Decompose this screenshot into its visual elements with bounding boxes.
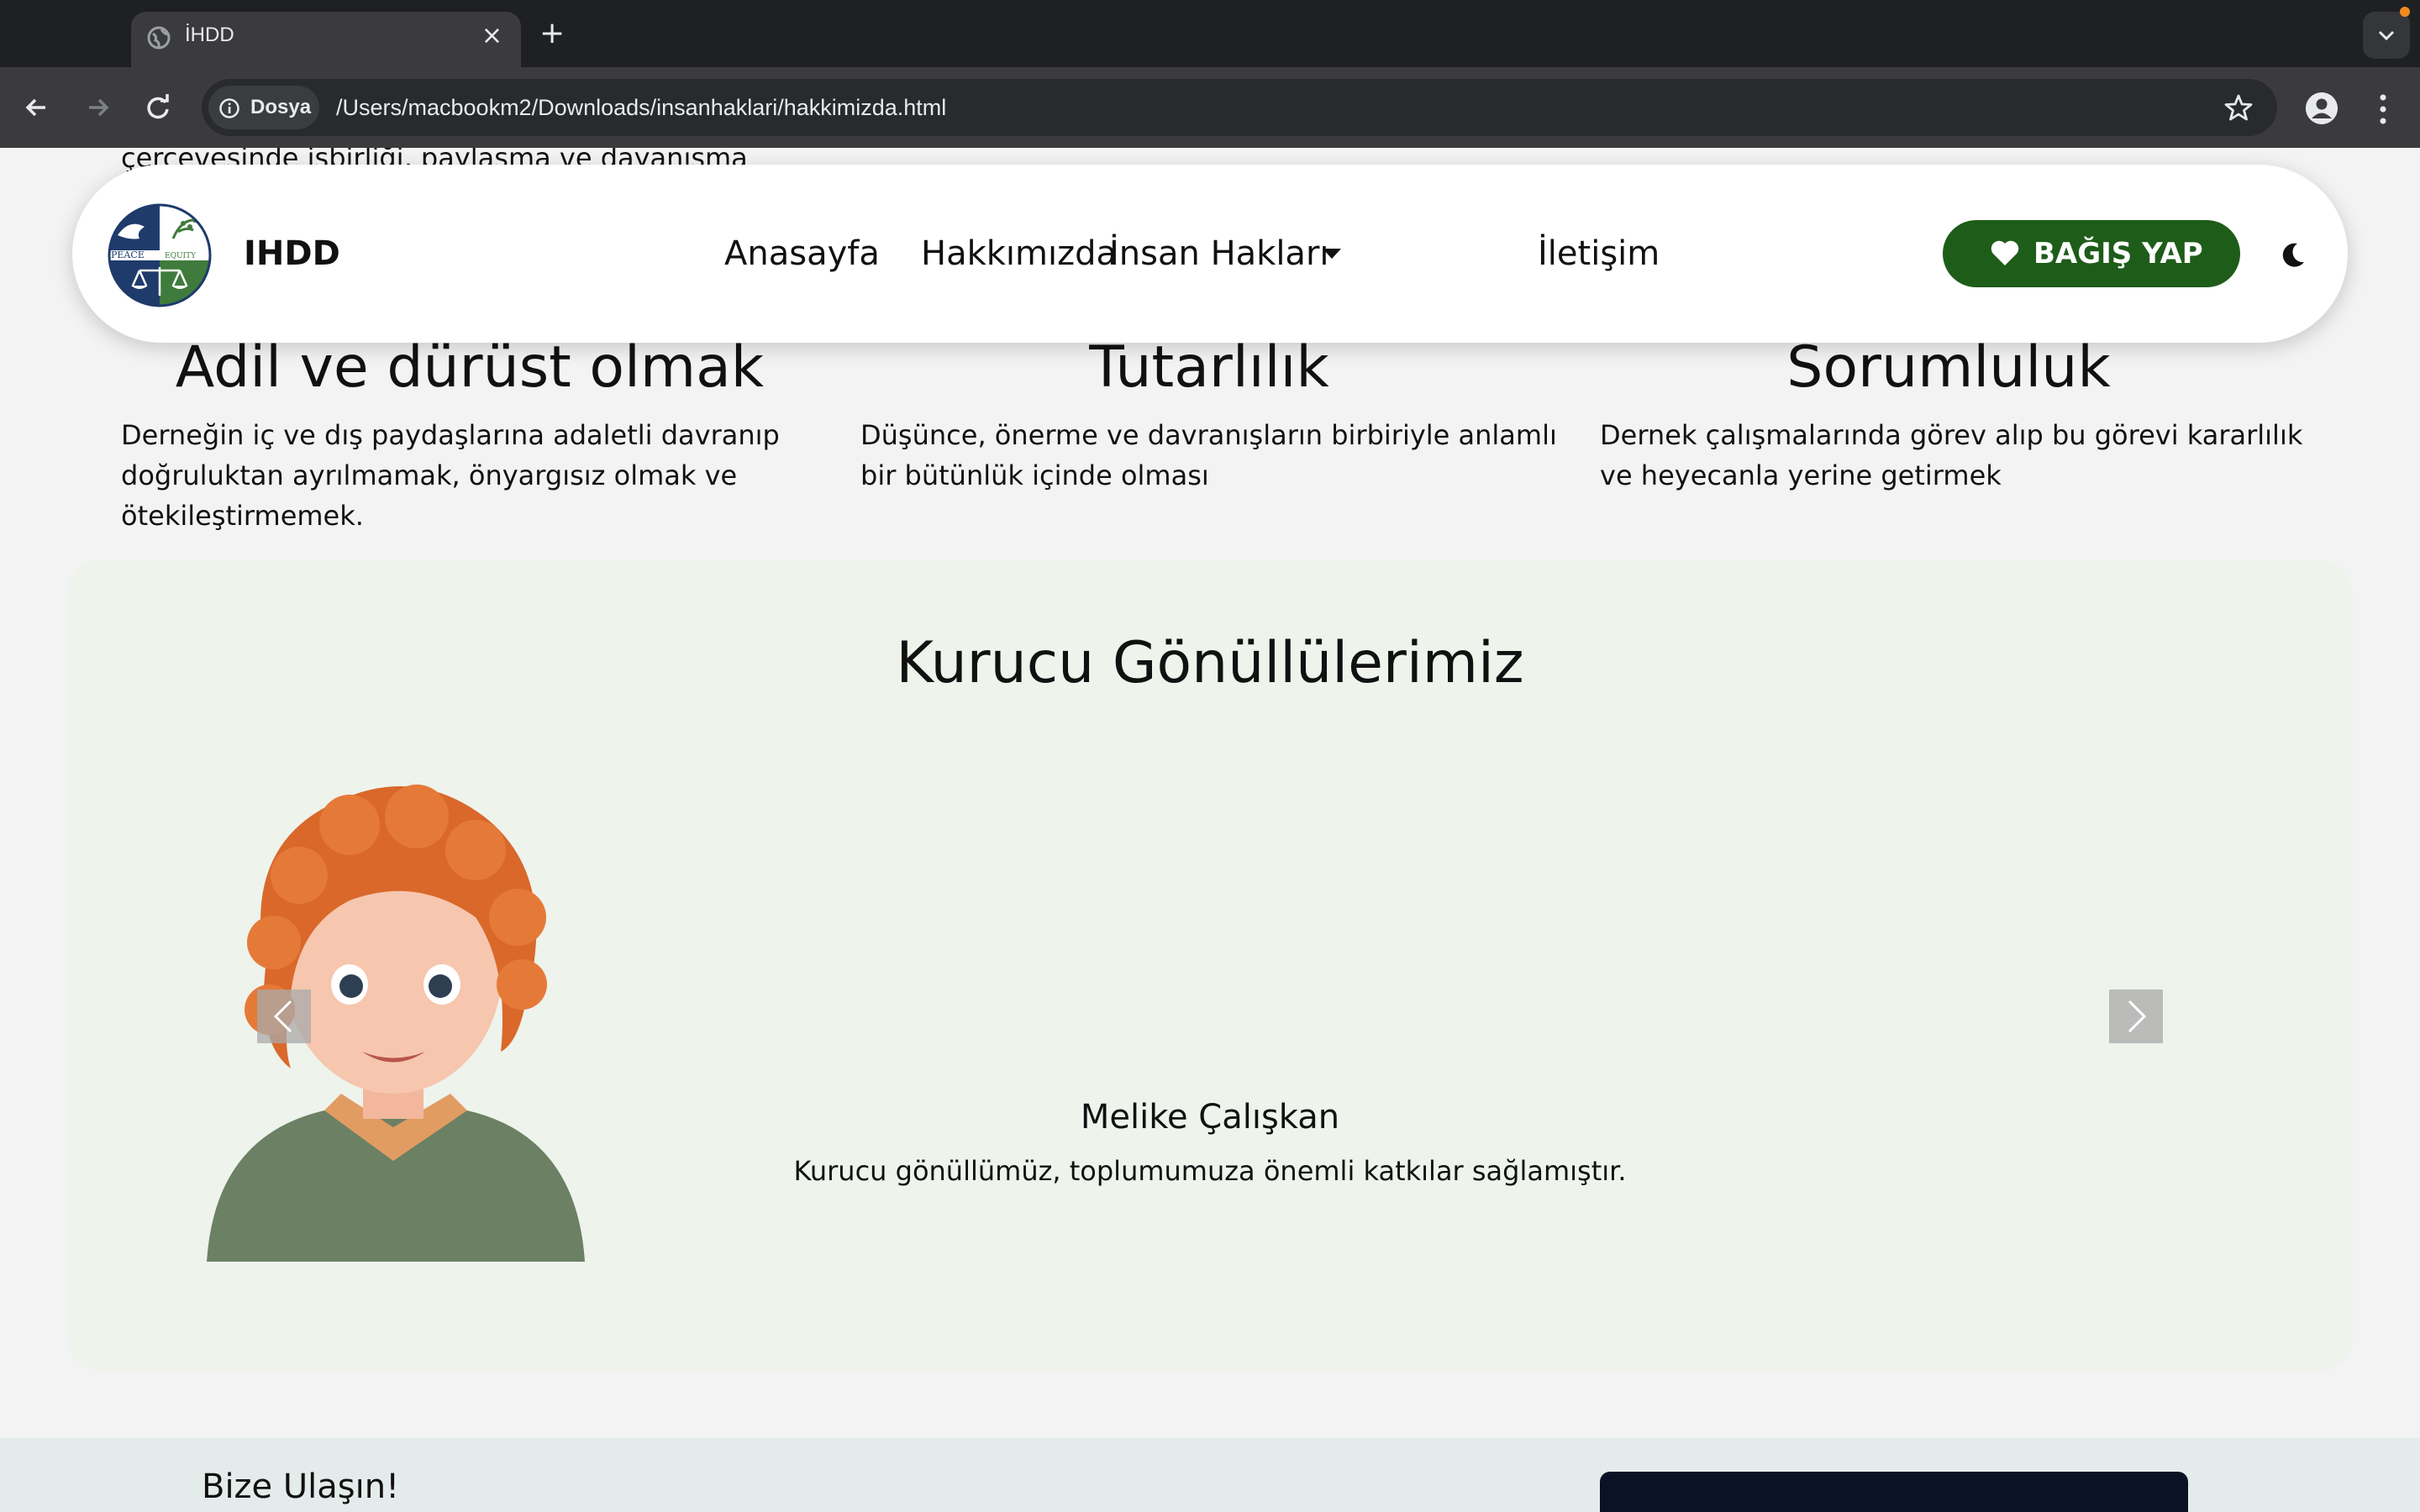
contact-card: [1600, 1472, 2188, 1512]
star-icon[interactable]: [2223, 92, 2254, 123]
more-icon[interactable]: [2375, 91, 2391, 128]
value-card-fairness: Adil ve dürüst olmak Derneğin iç ve dış …: [121, 334, 860, 536]
globe-icon: [147, 26, 171, 50]
brand-name[interactable]: IHDD: [244, 234, 340, 274]
nav-link-home[interactable]: Anasayfa: [724, 232, 880, 276]
site-info-chip[interactable]: Dosya: [208, 86, 319, 129]
plus-icon[interactable]: +: [539, 15, 565, 52]
browser-tab[interactable]: İHDD ×: [131, 12, 521, 67]
caret-down-icon[interactable]: [1323, 249, 1341, 259]
browser-tab-bar: İHDD × +: [0, 0, 2420, 67]
svg-text:PEACE: PEACE: [111, 249, 145, 260]
donate-button[interactable]: BAĞIŞ YAP: [1943, 220, 2240, 287]
value-card-consistency: Tutarlılık Düşünce, önerme ve davranışla…: [860, 334, 1600, 496]
tab-title: İHDD: [185, 24, 234, 46]
svg-text:EQUITY: EQUITY: [165, 252, 197, 260]
value-title: Sorumluluk: [1786, 334, 2111, 401]
value-text: Derneğin iç ve dış paydaşlarına adaletli…: [121, 419, 780, 532]
nav-link-human-rights[interactable]: İnsan Hakları: [1109, 232, 1329, 276]
carousel-prev-button[interactable]: [257, 990, 311, 1043]
tab-search-button[interactable]: [2363, 12, 2410, 59]
heart-icon: [1991, 240, 2019, 265]
chevron-right-icon: [2128, 1000, 2147, 1033]
value-title: Adil ve dürüst olmak: [175, 334, 765, 401]
profile-icon[interactable]: [2306, 92, 2338, 124]
forward-icon[interactable]: [77, 87, 118, 128]
founder-description: Kurucu gönüllümüz, toplumumuza önemli ka…: [793, 1155, 1627, 1187]
web-page: çerçevesinde işbirliği, paylaşma ve daya…: [0, 148, 2420, 1512]
logo[interactable]: PEACE EQUITY: [106, 202, 213, 309]
contact-title: Bize Ulaşın!: [202, 1467, 400, 1506]
founders-section: Kurucu Gönüllülerimiz Melike Çalışkan Ku…: [67, 559, 2353, 1371]
nav-link-about[interactable]: Hakkımızda: [921, 232, 1117, 276]
site-navbar: PEACE EQUITY IHDD Anasayfa Hakkımızda İn…: [72, 165, 2348, 343]
site-info-label: Dosya: [250, 96, 312, 118]
reload-icon[interactable]: [138, 87, 178, 128]
moon-icon[interactable]: [2279, 240, 2307, 269]
info-icon: [219, 98, 239, 118]
url-text[interactable]: /Users/macbookm2/Downloads/insanhaklari/…: [336, 92, 946, 123]
founders-title: Kurucu Gönüllülerimiz: [896, 630, 1524, 696]
carousel-next-button[interactable]: [2109, 990, 2163, 1043]
value-card-responsibility: Sorumluluk Dernek çalışmalarında görev a…: [1600, 334, 2339, 496]
value-text: Düşünce, önerme ve davranışların birbiri…: [860, 419, 1557, 491]
founder-name: Melike Çalışkan: [1080, 1098, 1340, 1137]
back-icon[interactable]: [17, 87, 57, 128]
address-bar[interactable]: Dosya /Users/macbookm2/Downloads/insanha…: [202, 79, 2277, 136]
chevron-down-icon: [2378, 30, 2395, 41]
donate-label: BAĞIŞ YAP: [2033, 237, 2203, 270]
value-text: Dernek çalışmalarında görev alıp bu göre…: [1600, 419, 2303, 491]
chevron-left-icon: [273, 1000, 292, 1033]
close-icon[interactable]: ×: [481, 22, 502, 50]
nav-link-contact[interactable]: İletişim: [1538, 232, 1660, 276]
notification-dot: [2400, 7, 2410, 17]
value-title: Tutarlılık: [1089, 334, 1329, 401]
